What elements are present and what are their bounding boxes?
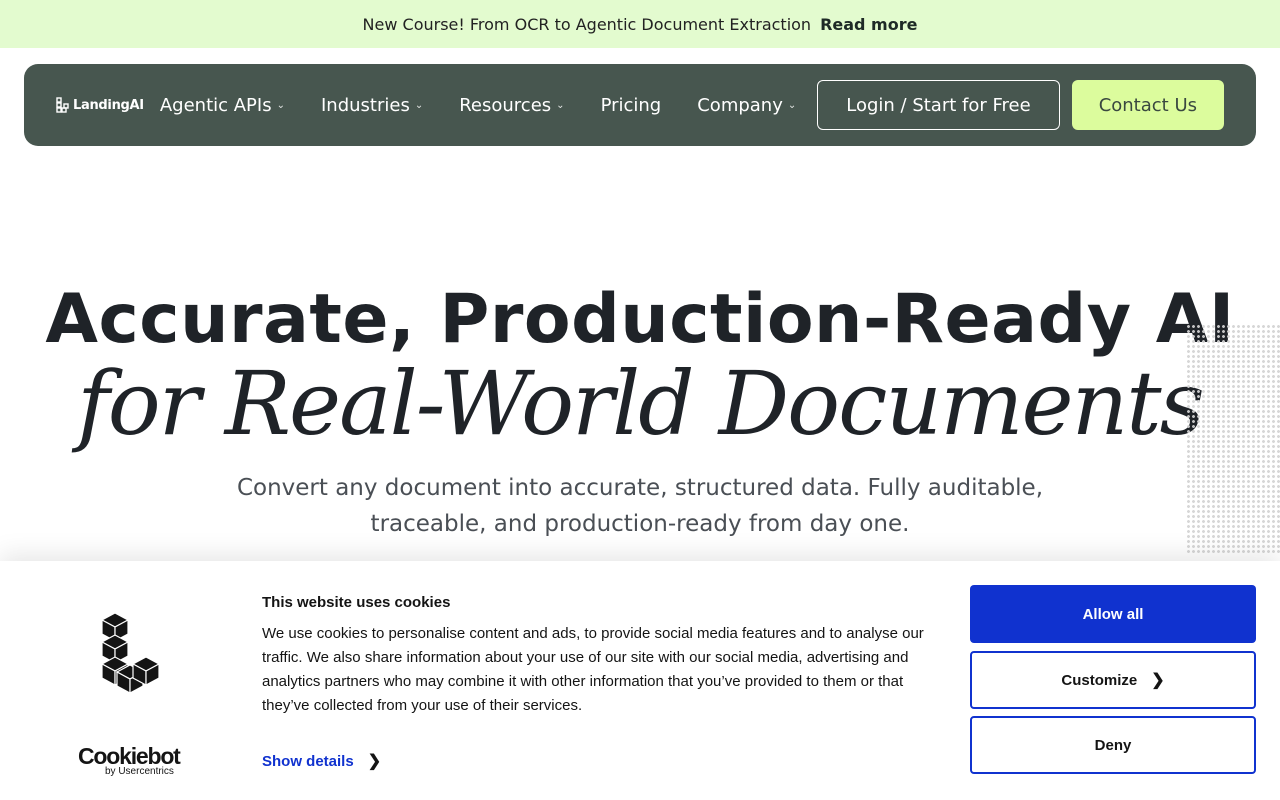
- cookie-consent-banner: Cookiebot by Usercentrics This website u…: [0, 561, 1280, 800]
- show-details-link[interactable]: Show details ❯: [262, 751, 381, 771]
- banner-text: New Course! From OCR to Agentic Document…: [362, 14, 812, 34]
- hero-subtitle: Convert any document into accurate, stru…: [236, 475, 1044, 537]
- nav-item-label: Resources: [459, 94, 552, 116]
- logo-text: LandingAI: [73, 97, 144, 113]
- hero-title: Accurate, Production-Ready AI: [45, 280, 1235, 359]
- chevron-right-icon: ❯: [367, 753, 382, 770]
- nav-item-pricing[interactable]: Pricing: [601, 95, 662, 116]
- deny-button[interactable]: Deny: [970, 716, 1256, 774]
- show-details-label: Show details: [262, 752, 354, 770]
- hero-title-italic: for Real-World Documents: [77, 352, 1205, 455]
- cookiebot-brand[interactable]: Cookiebot by Usercentrics: [78, 744, 188, 777]
- cookie-title: This website uses cookies: [262, 594, 451, 611]
- main-navbar: LandingAI Agentic APIs ⌄ Industries ⌄ Re…: [24, 64, 1256, 146]
- nav-item-industries[interactable]: Industries ⌄: [321, 95, 423, 116]
- nav-item-label: Industries: [321, 94, 410, 116]
- nav-item-agentic-apis[interactable]: Agentic APIs ⌄: [160, 95, 285, 116]
- chevron-down-icon: ⌄: [787, 99, 797, 111]
- read-more-link[interactable]: Read more: [820, 15, 917, 34]
- chevron-down-icon: ⌄: [414, 99, 424, 111]
- nav-item-label: Company: [697, 94, 783, 116]
- allow-all-button[interactable]: Allow all: [970, 585, 1256, 643]
- landingai-logo[interactable]: LandingAI: [56, 97, 144, 113]
- nav-item-label: Pricing: [600, 94, 662, 116]
- nav-item-company[interactable]: Company ⌄: [697, 95, 796, 116]
- landingai-logo-icon: [56, 97, 69, 113]
- cookiebot-name: Cookiebot: [78, 743, 181, 769]
- nav-item-resources[interactable]: Resources ⌄: [459, 95, 564, 116]
- customize-button[interactable]: Customize ❯: [970, 651, 1256, 709]
- decorative-dot-pattern: [1186, 324, 1280, 554]
- block-logo-icon: [100, 612, 162, 698]
- cookie-body: We use cookies to personalise content an…: [262, 625, 924, 714]
- chevron-down-icon: ⌄: [556, 99, 565, 111]
- login-button[interactable]: Login / Start for Free: [817, 80, 1060, 130]
- nav-item-label: Agentic APIs: [159, 94, 272, 116]
- chevron-down-icon: ⌄: [276, 99, 285, 111]
- contact-us-button[interactable]: Contact Us: [1071, 80, 1224, 130]
- chevron-right-icon: ❯: [1151, 672, 1165, 689]
- announcement-banner: New Course! From OCR to Agentic Document…: [0, 0, 1280, 48]
- customize-label: Customize: [1061, 671, 1138, 689]
